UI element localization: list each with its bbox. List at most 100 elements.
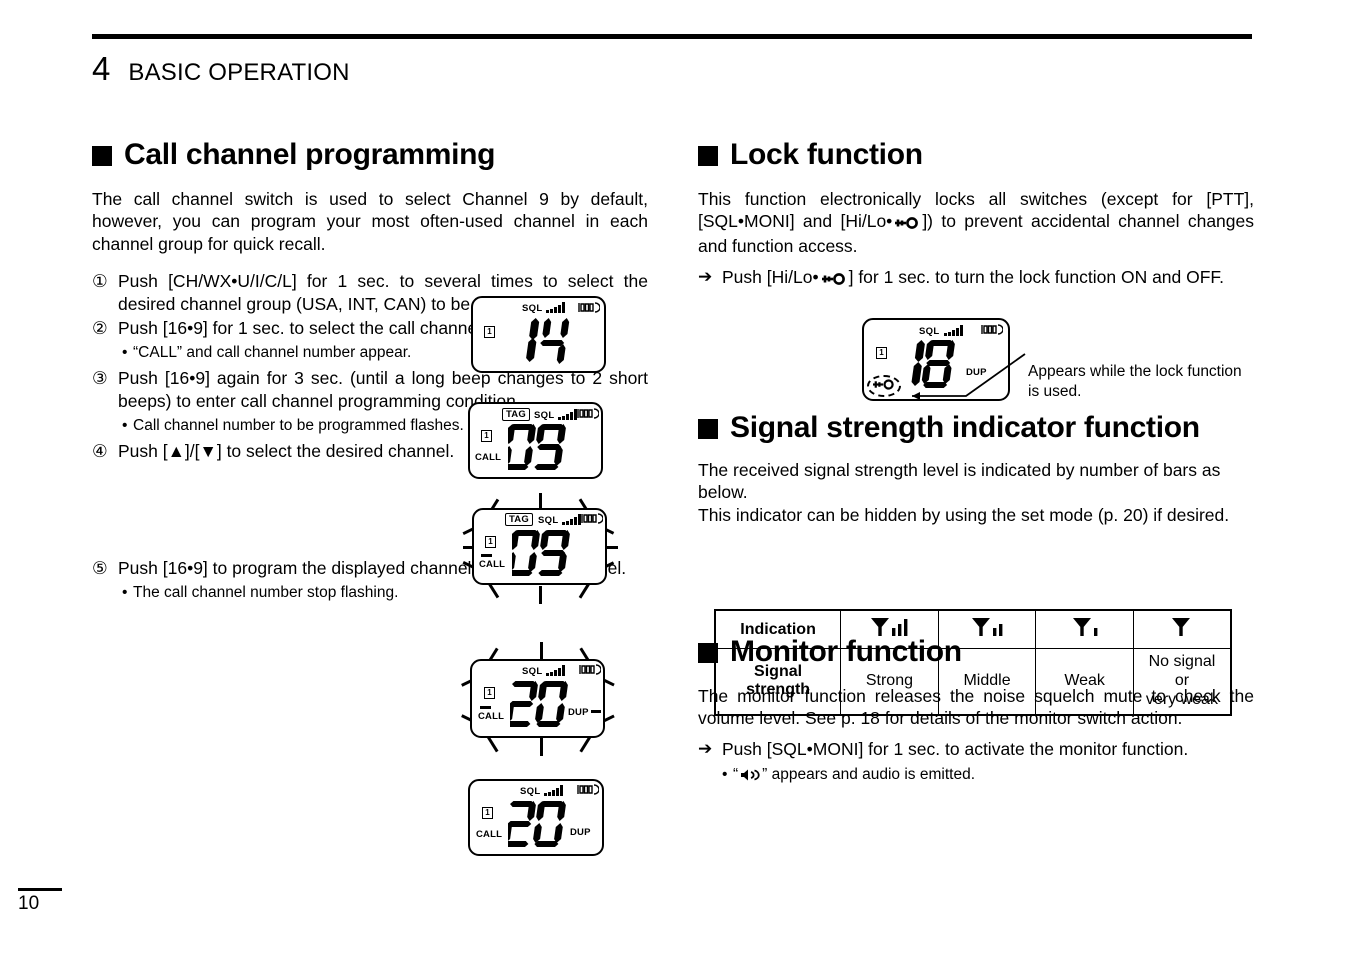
arrow-icon: ➔ <box>698 266 713 286</box>
table-header-indication: Indication <box>714 609 842 649</box>
signal-bars-icon <box>544 785 563 796</box>
bullet-dot: • <box>122 583 128 601</box>
section-bullet-square <box>92 146 112 166</box>
monitor-bullet-part2: ” appears and audio is emitted. <box>762 766 975 784</box>
section-bullet-square <box>698 419 718 440</box>
battery-icon <box>577 408 599 419</box>
lock-arrow-instruction: ➔ Push [Hi/Lo• ] for 1 sec. to turn the l… <box>698 266 1254 291</box>
lcd-display-step4-wrapper: SQL 1 CALL DUP <box>452 641 630 757</box>
battery-icon <box>577 784 599 795</box>
lcd-sql-label: SQL <box>522 303 543 314</box>
signal-bars-icon <box>944 325 963 336</box>
signal-bars-icon <box>558 409 577 420</box>
monitor-arrow-instruction: ➔ Push [SQL•MONI] for 1 sec. to activate… <box>698 738 1254 761</box>
channel-group-indicator: 1 <box>484 687 495 699</box>
chapter-header: 4 BASIC OPERATION <box>92 52 350 87</box>
page-number-rule <box>18 888 62 891</box>
battery-icon <box>579 664 601 675</box>
battery-icon <box>981 324 1003 335</box>
page-number: 10 <box>18 893 40 914</box>
lcd-display-step3-wrapper: TAG SQL 1 CALL <box>455 492 630 604</box>
lcd-call-label: CALL <box>478 711 505 722</box>
bullet-dot: • <box>722 766 728 784</box>
antenna-3-bars-icon <box>840 609 939 649</box>
step-marker: ⑤ <box>92 558 108 579</box>
bullet-dot: • <box>122 343 128 361</box>
monitor-arrow-text: Push [SQL•MONI] for 1 sec. to activate t… <box>722 739 1189 760</box>
signal-bars-icon <box>562 514 581 525</box>
lock-function-paragraph: This function electronically locks all s… <box>698 188 1254 258</box>
chapter-number: 4 <box>92 50 111 87</box>
lcd-call-label: CALL <box>476 829 503 840</box>
channel-group-indicator: 1 <box>482 807 493 819</box>
table-row-signal-strength: Signal strength Strong Middle Weak No si… <box>714 647 1232 716</box>
lcd-display-step1: SQL 1 <box>471 296 606 373</box>
table-cell-strength: Weak <box>1035 647 1134 716</box>
lcd-call-label: CALL <box>475 452 502 463</box>
lock-key-highlight-circle <box>867 375 901 397</box>
lcd-channel-digits <box>515 316 577 366</box>
lcd-display-step3: TAG SQL 1 CALL <box>472 508 607 585</box>
manual-page: 4 BASIC OPERATION Call channel programmi… <box>0 0 1352 954</box>
lock-arrow-part1: Push [Hi/Lo• <box>722 266 819 287</box>
channel-group-indicator: 1 <box>484 326 495 338</box>
chapter-title: BASIC OPERATION <box>128 59 350 86</box>
table-row-indication: Indication <box>714 609 1232 649</box>
monitor-bullet-part1: “ <box>733 766 739 784</box>
signal-paragraph-line1: The received signal strength level is in… <box>698 459 1221 503</box>
bullet-dot: • <box>122 416 128 434</box>
call-dash <box>480 706 491 709</box>
section-title-lock-function: Lock function <box>698 138 1254 172</box>
call-channel-intro: The call channel switch is used to selec… <box>92 188 648 255</box>
signal-bars-icon <box>546 665 565 676</box>
lcd-sql-label: SQL <box>520 786 541 797</box>
antenna-1-bar-icon <box>1035 609 1134 649</box>
step-marker: ② <box>92 318 108 339</box>
battery-icon <box>578 302 600 313</box>
signal-paragraph-line2: This indicator can be hidden by using th… <box>698 505 1230 526</box>
table-cell-strength-line2: very weak <box>1145 690 1218 708</box>
speaker-icon <box>740 768 760 788</box>
antenna-0-bars-icon <box>1132 609 1232 649</box>
lcd-channel-digits <box>508 420 572 472</box>
section-title-call-channel: Call channel programming <box>92 138 648 172</box>
section-title-text: Lock function <box>730 138 923 171</box>
table-label-line2: strength <box>746 681 811 699</box>
arrow-icon: ➔ <box>698 739 713 759</box>
key-icon <box>821 268 847 291</box>
table-cell-strength: Middle <box>937 647 1037 716</box>
lcd-sql-label: SQL <box>522 666 543 677</box>
table-cell-strength: No signal or very weak <box>1132 647 1232 716</box>
lcd-channel-digits <box>512 526 576 578</box>
key-icon <box>894 212 920 235</box>
signal-strength-table: Indication Signal strength Strong Middle… <box>714 609 1232 716</box>
lcd-channel-digits <box>508 797 572 849</box>
signal-bars-icon <box>546 302 565 313</box>
lcd-display-step2: TAG SQL 1 CALL <box>468 402 603 479</box>
table-header-signal-strength: Signal strength <box>714 647 842 716</box>
table-label-line1: Signal <box>754 662 803 680</box>
lcd-display-step4: SQL 1 CALL DUP <box>470 659 605 738</box>
table-cell-strength: Strong <box>840 647 939 716</box>
lcd-tag-indicator: TAG <box>505 513 533 526</box>
call-dash <box>481 554 492 557</box>
section-bullet-square <box>698 146 718 166</box>
lock-arrow-part2: ] for 1 sec. to turn the lock function O… <box>848 266 1225 287</box>
dup-dash <box>591 710 601 713</box>
antenna-2-bars-icon <box>937 609 1037 649</box>
lcd-sql-label: SQL <box>538 515 559 526</box>
channel-group-indicator: 1 <box>876 347 887 359</box>
key-icon <box>872 377 896 395</box>
step-marker: ④ <box>92 441 108 462</box>
lcd-display-step5: SQL 1 CALL DUP <box>468 779 604 856</box>
monitor-bullet: • “ ” appears and audio is emitted. <box>722 765 1254 788</box>
channel-group-indicator: 1 <box>481 430 492 442</box>
section-title-signal-strength: Signal strength indicator function <box>698 411 1254 445</box>
lock-callout-text: Appears while the lock function is used. <box>1028 363 1242 400</box>
step-marker: ① <box>92 270 108 291</box>
channel-group-indicator: 1 <box>485 536 496 548</box>
section-title-text: Call channel programming <box>124 138 496 171</box>
header-rule <box>92 34 1252 39</box>
lcd-call-label: CALL <box>479 559 506 570</box>
lcd-dup-label: DUP <box>570 827 591 838</box>
